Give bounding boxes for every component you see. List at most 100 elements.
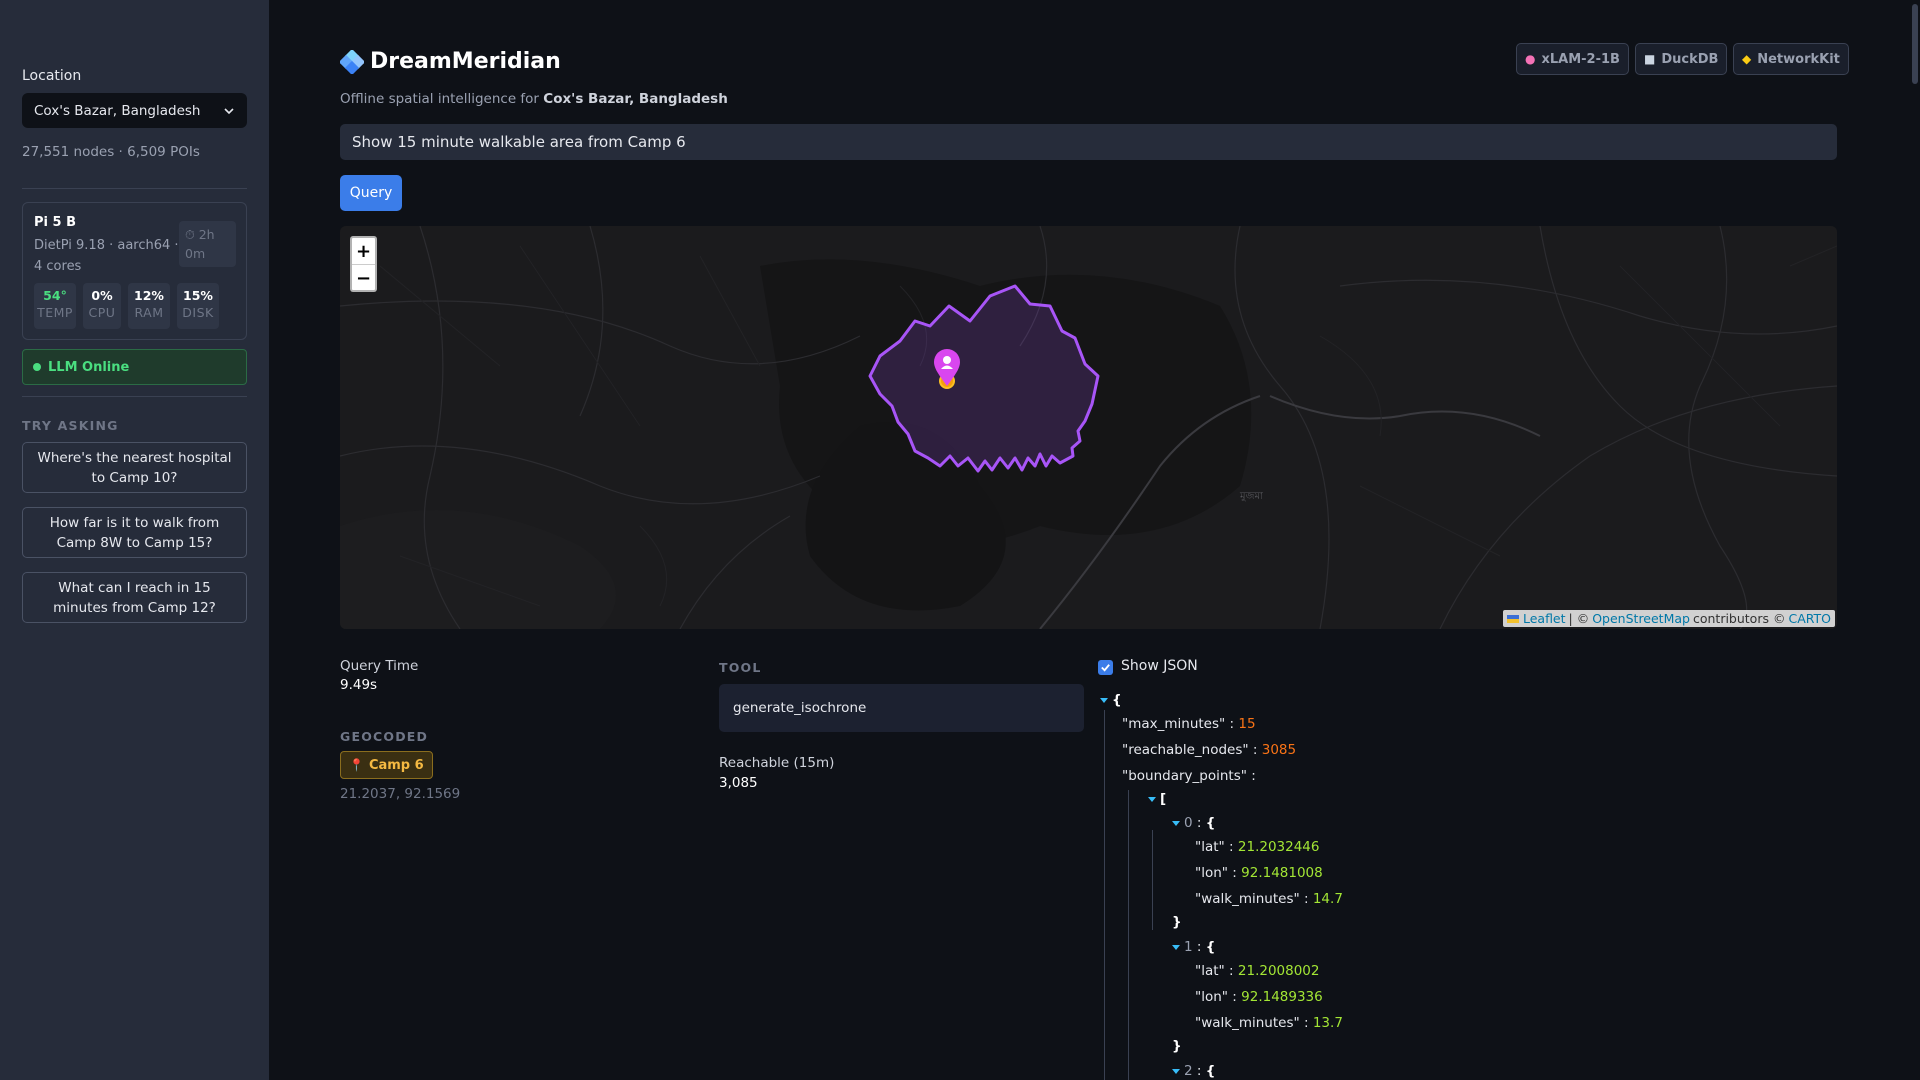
json-point-1-lon: "lon" : 92.1489336 [1195, 989, 1323, 1005]
uptime-hours: ⏱ 2h [185, 227, 215, 242]
query-input[interactable]: Show 15 minute walkable area from Camp 6 [340, 124, 1837, 160]
suggestion-button[interactable]: Where's the nearest hospital to Camp 10? [22, 442, 247, 493]
check-icon [1101, 664, 1110, 672]
llm-status-label: LLM Online [48, 359, 130, 375]
geocoded-heading: GEOCODED [340, 729, 429, 744]
zoom-out-button[interactable]: − [352, 265, 375, 291]
divider [22, 188, 247, 189]
location-label: Location [22, 68, 82, 84]
geocoded-place: Camp 6 [368, 757, 424, 773]
model-badge: ● xLAM-2-1B [1516, 43, 1629, 75]
tool-value: generate_isochrone [719, 684, 1084, 732]
reachable-label: Reachable (15m) [719, 755, 835, 771]
leaflet-link[interactable]: Leaflet [1523, 611, 1566, 626]
scrollbar-thumb[interactable] [1912, 4, 1918, 84]
metric-disk: 15% DISK [177, 283, 219, 329]
json-point-2-open[interactable]: 2 : { [1172, 1063, 1215, 1079]
device-name: Pi 5 B [34, 215, 76, 230]
json-point-0-lon: "lon" : 92.1481008 [1195, 865, 1323, 881]
status-dot-icon [33, 363, 41, 371]
brain-icon: ● [1525, 52, 1536, 66]
suggestion-button[interactable]: How far is it to walk from Camp 8W to Ca… [22, 507, 247, 558]
geocoded-badge: 📍 Camp 6 [340, 751, 433, 779]
json-point-1-open[interactable]: 1 : { [1172, 939, 1215, 955]
metric-cpu-value: 0% [91, 288, 113, 303]
suggestion-button[interactable]: What can I reach in 15 minutes from Camp… [22, 572, 247, 623]
app-title: DreamMeridian [370, 49, 561, 74]
json-reachable-nodes: "reachable_nodes" : 3085 [1122, 742, 1297, 758]
network-icon: ◆ [1742, 52, 1752, 66]
suggestion-label: How far is it to walk from Camp 8W to Ca… [49, 514, 220, 551]
query-button[interactable]: Query [340, 175, 402, 211]
location-select-value: Cox's Bazar, Bangladesh [34, 102, 201, 119]
suggestion-label: Where's the nearest hospital to Camp 10? [37, 449, 232, 486]
reachable-value: 3,085 [719, 775, 758, 791]
json-guide-line [1128, 790, 1129, 1080]
json-point-0-open[interactable]: 0 : { [1172, 815, 1215, 831]
json-point-1-close: } [1172, 1038, 1182, 1054]
show-json-checkbox[interactable] [1098, 660, 1113, 675]
caret-down-icon [1172, 944, 1180, 950]
model-badge-label: xLAM-2-1B [1541, 51, 1620, 67]
map[interactable]: মুজমা + − Leaflet | © OpenStreetMap cont… [340, 226, 1837, 629]
query-time-label: Query Time [340, 658, 419, 674]
graph-stats: 27,551 nodes · 6,509 POIs [22, 144, 200, 160]
device-cores: 4 cores [34, 259, 82, 274]
flag-icon [1506, 614, 1519, 623]
llm-status: LLM Online [22, 349, 247, 385]
geocoded-coords: 21.2037, 92.1569 [340, 786, 461, 802]
json-boundary-points: "boundary_points" : [1122, 768, 1256, 784]
show-json-label[interactable]: Show JSON [1121, 658, 1198, 674]
map-place-label: মুজমা [1239, 491, 1264, 502]
database-icon: ■ [1644, 52, 1656, 66]
json-point-0-close: } [1172, 914, 1182, 930]
sidebar: Location Cox's Bazar, Bangladesh 27,551 … [0, 0, 269, 1080]
caret-down-icon [1148, 796, 1156, 802]
json-root-open[interactable]: { [1100, 692, 1122, 708]
suggestion-label: What can I reach in 15 minutes from Camp… [53, 579, 216, 616]
subtitle-prefix: Offline spatial intelligence for [340, 91, 539, 107]
app-subtitle: Offline spatial intelligence for Cox's B… [340, 91, 728, 107]
json-guide-line [1104, 710, 1105, 1080]
metric-ram-value: 12% [134, 288, 164, 303]
json-point-1-lat: "lat" : 21.2008002 [1195, 963, 1320, 979]
json-point-0-walk: "walk_minutes" : 14.7 [1195, 891, 1343, 907]
database-badge: ■ DuckDB [1635, 43, 1728, 75]
zoom-in-button[interactable]: + [352, 238, 375, 264]
database-badge-label: DuckDB [1661, 51, 1719, 67]
uptime-badge: ⏱ 2h 0m [179, 221, 236, 267]
caret-down-icon [1172, 820, 1180, 826]
tool-heading: TOOL [719, 660, 762, 675]
attribution-separator: | © [1568, 611, 1590, 626]
zoom-control: + − [350, 236, 377, 292]
json-array-open[interactable]: [ [1148, 791, 1166, 807]
json-max-minutes: "max_minutes" : 15 [1122, 716, 1256, 732]
caret-down-icon [1100, 697, 1108, 703]
try-asking-heading: TRY ASKING [22, 418, 119, 433]
json-point-0-lat: "lat" : 21.2032446 [1195, 839, 1320, 855]
metric-temp-value: 54° [43, 288, 67, 303]
page-scrollbar[interactable] [1910, 0, 1920, 1080]
osm-link[interactable]: OpenStreetMap [1592, 611, 1690, 626]
logo-icon [340, 50, 364, 74]
metric-temp-label: TEMP [37, 305, 73, 320]
query-time-value: 9.49s [340, 677, 378, 693]
network-badge: ◆ NetworkKit [1733, 43, 1849, 75]
metric-disk-label: DISK [182, 305, 214, 320]
metric-cpu-label: CPU [88, 305, 116, 320]
device-card: Pi 5 B DietPi 9.18 · aarch64 · 4 cores ⏱… [22, 202, 247, 340]
chevron-down-icon [224, 107, 234, 114]
json-guide-line [1152, 830, 1153, 930]
caret-down-icon [1172, 1068, 1180, 1074]
subtitle-location: Cox's Bazar, Bangladesh [543, 91, 728, 107]
metric-cpu: 0% CPU [83, 283, 121, 329]
metric-temp: 54° TEMP [34, 283, 76, 329]
carto-link[interactable]: CARTO [1788, 611, 1831, 626]
metric-ram-label: RAM [134, 305, 164, 320]
map-attribution: Leaflet | © OpenStreetMap contributors ©… [1502, 610, 1835, 627]
pin-icon: 📍 [349, 758, 364, 772]
divider [22, 396, 247, 397]
location-select[interactable]: Cox's Bazar, Bangladesh [22, 93, 247, 128]
device-info: DietPi 9.18 · aarch64 · 4 cores [34, 235, 179, 277]
uptime-minutes: 0m [185, 246, 206, 261]
